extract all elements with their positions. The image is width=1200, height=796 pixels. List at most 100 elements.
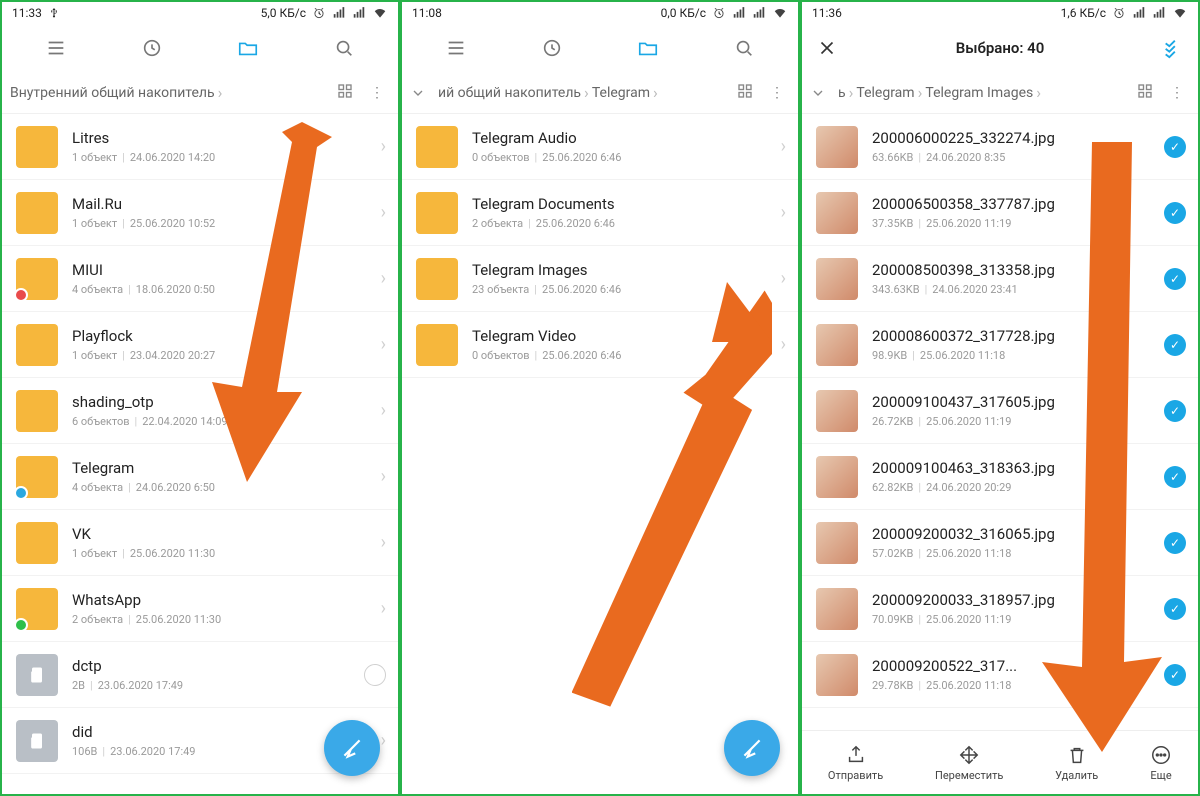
recent-icon[interactable] — [139, 35, 165, 61]
list-item[interactable]: MIUI4 объекта|18.06.2020 0:50› — [2, 246, 398, 312]
list-item[interactable]: 200008500398_313358.jpg343.63KB|24.06.20… — [802, 246, 1198, 312]
list-item[interactable]: 200009100463_318363.jpg62.82KB|24.06.202… — [802, 444, 1198, 510]
list-item[interactable]: 200009200033_318957.jpg70.09KB|25.06.202… — [802, 576, 1198, 642]
list-item[interactable]: Telegram Documents2 объекта|25.06.2020 6… — [402, 180, 798, 246]
folder-tab-icon[interactable] — [235, 35, 261, 61]
selected-check-icon[interactable]: ✓ — [1164, 334, 1186, 356]
list-item[interactable]: Litres1 объект|24.06.2020 14:20› — [2, 114, 398, 180]
list-item[interactable]: Telegram4 объекта|24.06.2020 6:50› — [2, 444, 398, 510]
search-icon[interactable] — [731, 35, 757, 61]
grid-view-icon[interactable] — [732, 82, 758, 104]
item-meta: 200009200033_318957.jpg70.09KB|25.06.202… — [872, 591, 1150, 626]
item-name: shading_otp — [72, 393, 367, 411]
list-item[interactable]: Playflock1 объект|23.04.2020 20:27 › — [2, 312, 398, 378]
item-name: Telegram Images — [472, 261, 767, 279]
list-item[interactable]: 200006500358_337787.jpg37.35KB|25.06.202… — [802, 180, 1198, 246]
breadcrumb[interactable]: ь › Telegram › Telegram Images › ⋮ — [802, 72, 1198, 114]
item-sub: 26.72KB|25.06.2020 11:19 — [872, 415, 1150, 428]
item-name: Playflock — [72, 327, 367, 345]
action-more[interactable]: Еще — [1150, 744, 1172, 782]
select-all-icon[interactable] — [1160, 35, 1186, 61]
item-sub: 4 объекта|18.06.2020 0:50 — [72, 283, 367, 296]
chevron-right-icon: › — [381, 334, 386, 355]
folder-icon — [16, 390, 58, 432]
status-net: 1,6 КБ/с — [1061, 6, 1106, 20]
clean-fab[interactable] — [324, 720, 380, 776]
menu-icon[interactable] — [43, 35, 69, 61]
wifi-icon — [772, 6, 788, 20]
clean-fab[interactable] — [724, 720, 780, 776]
action-send[interactable]: Отправить — [828, 744, 883, 782]
action-move[interactable]: Переместить — [935, 744, 1003, 782]
chevron-right-icon: › — [381, 268, 386, 289]
file-list[interactable]: Litres1 объект|24.06.2020 14:20›Mail.Ru1… — [2, 114, 398, 794]
selected-check-icon[interactable]: ✓ — [1164, 466, 1186, 488]
breadcrumb[interactable]: Внутренний общий накопитель › ⋮ — [2, 72, 398, 114]
list-item[interactable]: VK1 объект|25.06.2020 11:30› — [2, 510, 398, 576]
selected-check-icon[interactable]: ✓ — [1164, 664, 1186, 686]
selection-title: Выбрано: 40 — [854, 39, 1146, 57]
list-item[interactable]: 200008600372_317728.jpg98.9KB|25.06.2020… — [802, 312, 1198, 378]
more-icon[interactable]: ⋮ — [1164, 85, 1190, 101]
list-item[interactable]: 200009100437_317605.jpg26.72KB|25.06.202… — [802, 378, 1198, 444]
item-meta: Telegram4 объекта|24.06.2020 6:50 — [72, 459, 367, 494]
selected-check-icon[interactable]: ✓ — [1164, 268, 1186, 290]
crumb-segment[interactable]: ь — [838, 85, 846, 101]
list-item[interactable]: 200006000225_332274.jpg63.66KB|24.06.202… — [802, 114, 1198, 180]
item-name: Telegram Documents — [472, 195, 767, 213]
app-badge-icon — [14, 486, 28, 500]
selected-check-icon[interactable]: ✓ — [1164, 598, 1186, 620]
selected-check-icon[interactable]: ✓ — [1164, 136, 1186, 158]
crumb-segment[interactable]: Внутренний общий накопитель — [10, 85, 215, 101]
item-meta: 200008500398_313358.jpg343.63KB|24.06.20… — [872, 261, 1150, 296]
item-meta: WhatsApp2 объекта|25.06.2020 11:30 — [72, 591, 367, 626]
list-item[interactable]: dctp2B|23.06.2020 17:49 — [2, 642, 398, 708]
menu-icon[interactable] — [443, 35, 469, 61]
crumb-segment[interactable]: Telegram Images — [925, 85, 1033, 101]
recent-icon[interactable] — [539, 35, 565, 61]
list-item[interactable]: WhatsApp2 объекта|25.06.2020 11:30› — [2, 576, 398, 642]
folder-icon — [16, 258, 58, 300]
chevron-right-icon: › — [381, 136, 386, 157]
checkbox-empty[interactable] — [364, 664, 386, 686]
selected-check-icon[interactable]: ✓ — [1164, 532, 1186, 554]
crumb-segment[interactable]: Telegram — [856, 85, 914, 101]
grid-view-icon[interactable] — [1132, 82, 1158, 104]
list-item[interactable]: Telegram Video 0 объектов|25.06.2020 6:46… — [402, 312, 798, 378]
file-list[interactable]: 200006000225_332274.jpg63.66KB|24.06.202… — [802, 114, 1198, 730]
breadcrumb[interactable]: ий общий накопитель › Telegram › ⋮ — [402, 72, 798, 114]
item-sub: 62.82KB|24.06.2020 20:29 — [872, 481, 1150, 494]
more-icon[interactable]: ⋮ — [764, 85, 790, 101]
item-sub: 4 объекта|24.06.2020 6:50 — [72, 481, 367, 494]
chevron-down-icon[interactable] — [410, 85, 430, 101]
folder-icon — [416, 126, 458, 168]
crumb-segment[interactable]: Telegram — [592, 85, 650, 101]
selected-check-icon[interactable]: ✓ — [1164, 400, 1186, 422]
file-list[interactable]: Telegram Audio0 объектов|25.06.2020 6:46… — [402, 114, 798, 794]
crumb-segment[interactable]: ий общий накопитель — [438, 85, 581, 101]
list-item[interactable]: Telegram Images23 объекта|25.06.2020 6:4… — [402, 246, 798, 312]
list-item[interactable]: Telegram Audio0 объектов|25.06.2020 6:46… — [402, 114, 798, 180]
list-item[interactable]: Mail.Ru1 объект|25.06.2020 10:52› — [2, 180, 398, 246]
search-icon[interactable] — [331, 35, 357, 61]
folder-icon — [416, 192, 458, 234]
list-item[interactable]: 200009200522_317...29.78KB|25.06.2020 11… — [802, 642, 1198, 708]
item-name: 200009200032_316065.jpg — [872, 525, 1150, 543]
list-item[interactable]: shading_otp6 объектов|22.04.2020 14:09› — [2, 378, 398, 444]
action-delete[interactable]: Удалить — [1055, 744, 1098, 782]
list-item[interactable]: 200009200032_316065.jpg57.02KB|25.06.202… — [802, 510, 1198, 576]
selected-check-icon[interactable]: ✓ — [1164, 202, 1186, 224]
item-sub: 0 объектов|25.06.2020 6:46 — [472, 349, 767, 362]
file-icon — [16, 654, 58, 696]
folder-tab-icon[interactable] — [635, 35, 661, 61]
status-bar: 11:08 0,0 КБ/с — [402, 2, 798, 24]
grid-view-icon[interactable] — [332, 82, 358, 104]
item-meta: Playflock1 объект|23.04.2020 20:27 — [72, 327, 367, 362]
more-icon[interactable]: ⋮ — [364, 85, 390, 101]
close-icon[interactable] — [814, 35, 840, 61]
item-meta: 200006500358_337787.jpg37.35KB|25.06.202… — [872, 195, 1150, 230]
chevron-down-icon[interactable] — [810, 85, 830, 101]
signal-icon — [352, 6, 366, 20]
item-name: Telegram Video — [472, 327, 767, 345]
image-thumb — [816, 126, 858, 168]
